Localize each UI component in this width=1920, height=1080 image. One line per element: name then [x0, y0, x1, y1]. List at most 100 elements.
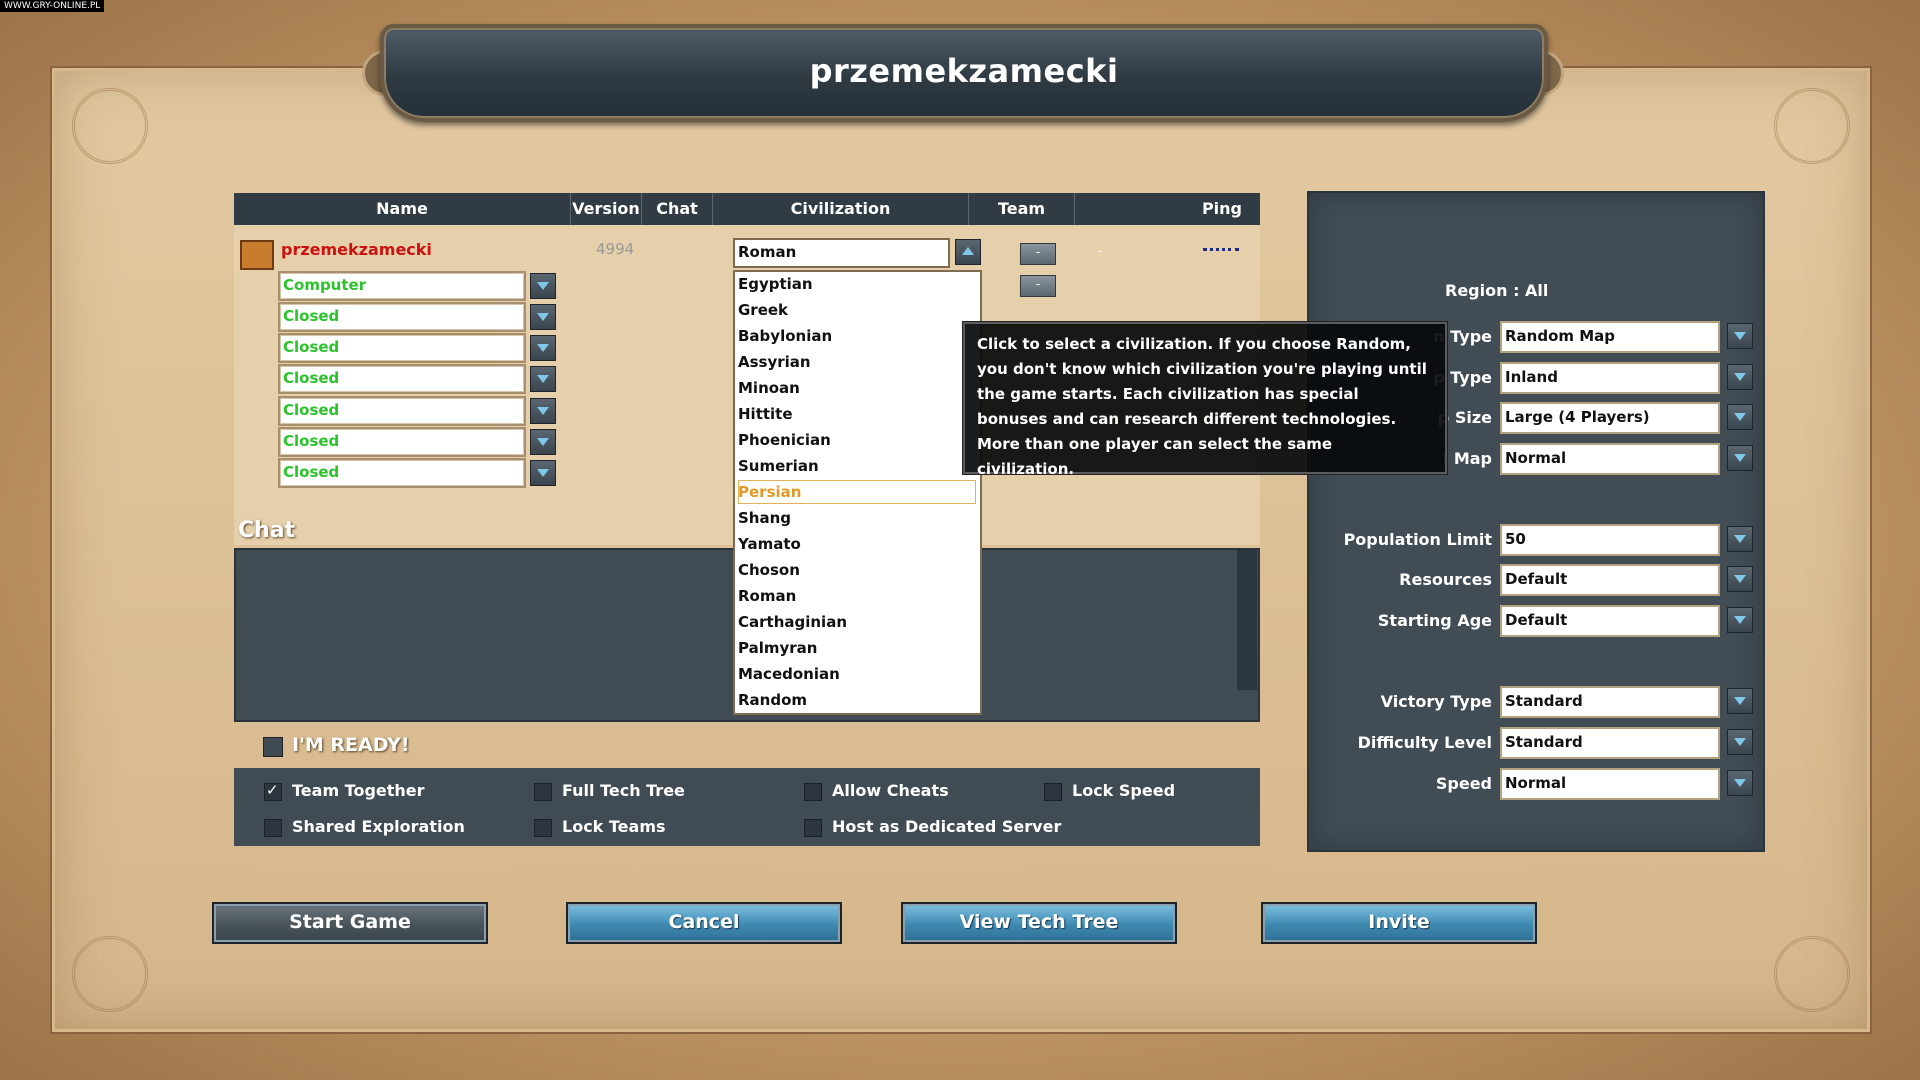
speed-select[interactable]: Normal — [1500, 768, 1720, 800]
corner-ornament-icon — [1774, 88, 1850, 164]
civilization-tooltip: Click to select a civilization. If you c… — [963, 322, 1447, 478]
team-together-checkbox[interactable] — [264, 781, 282, 801]
shared-exploration-label: Shared Exploration — [292, 817, 465, 836]
dedicated-server-checkbox[interactable] — [804, 819, 822, 837]
civ-option[interactable]: Choson — [738, 558, 976, 582]
difficulty-level-dropdown-icon[interactable] — [1727, 729, 1753, 755]
civilization-select[interactable]: Roman — [733, 238, 950, 268]
map-type-select[interactable]: Random Map — [1500, 321, 1720, 353]
computer-team-button[interactable]: - — [1020, 275, 1056, 297]
population-limit-dropdown-icon[interactable] — [1727, 526, 1753, 552]
difficulty-level-select[interactable]: Standard — [1500, 727, 1720, 759]
victory-type-select[interactable]: Standard — [1500, 686, 1720, 718]
speed-dropdown-icon[interactable] — [1727, 770, 1753, 796]
civ-option[interactable]: Palmyran — [738, 636, 976, 660]
view-tech-tree-button[interactable]: View Tech Tree — [901, 902, 1177, 944]
civ-option[interactable]: Macedonian — [738, 662, 976, 686]
map-size-dropdown-icon[interactable] — [1727, 404, 1753, 430]
resources-select[interactable]: Default — [1500, 564, 1720, 596]
civ-option[interactable]: Carthaginian — [738, 610, 976, 634]
civ-option[interactable]: Minoan — [738, 376, 976, 400]
watermark-text: WWW.GRY-ONLINE.PL — [0, 0, 105, 12]
reveal-map-dropdown-icon[interactable] — [1727, 445, 1753, 471]
start-game-button[interactable]: Start Game — [212, 902, 488, 944]
player-slot-3[interactable]: Closed — [278, 302, 526, 332]
setting-label: Victory Type — [1380, 692, 1492, 711]
corner-ornament-icon — [1774, 936, 1850, 1012]
resources-dropdown-icon[interactable] — [1727, 566, 1753, 592]
column-header-ping: Ping — [1201, 199, 1242, 218]
civ-option[interactable]: Egyptian — [738, 272, 976, 296]
lock-teams-checkbox[interactable] — [534, 819, 552, 837]
chat-label: Chat — [238, 518, 296, 543]
civilization-dropdown-list: Egyptian Greek Babylonian Assyrian Minoa… — [733, 270, 982, 715]
civ-option[interactable]: Greek — [738, 298, 976, 322]
setting-label: Difficulty Level — [1357, 733, 1492, 752]
ready-label: I'M READY! — [292, 734, 410, 756]
population-limit-select[interactable]: 50 — [1500, 524, 1720, 556]
corner-ornament-icon — [72, 936, 148, 1012]
slot-7-dropdown-icon[interactable] — [530, 429, 556, 455]
reveal-map-select[interactable]: Normal — [1500, 443, 1720, 475]
starting-age-select[interactable]: Default — [1500, 605, 1720, 637]
full-tech-tree-checkbox[interactable] — [534, 783, 552, 801]
cancel-button[interactable]: Cancel — [566, 902, 842, 944]
host-team-button[interactable]: - — [1020, 243, 1056, 265]
corner-ornament-icon — [72, 88, 148, 164]
civ-option[interactable]: Yamato — [738, 532, 976, 556]
setting-label: Resources — [1399, 570, 1492, 589]
civ-option[interactable]: Phoenician — [738, 428, 976, 452]
page-title: przemekzamecki — [809, 52, 1119, 90]
civ-option[interactable]: Assyrian — [738, 350, 976, 374]
map-style-dropdown-icon[interactable] — [1727, 364, 1753, 390]
map-type-dropdown-icon[interactable] — [1727, 323, 1753, 349]
civilization-collapse-icon[interactable] — [955, 239, 981, 265]
player-slot-6[interactable]: Closed — [278, 396, 526, 426]
civ-option[interactable]: Sumerian — [738, 454, 976, 478]
invite-button[interactable]: Invite — [1261, 902, 1537, 944]
slot-2-dropdown-icon[interactable] — [530, 273, 556, 299]
host-player-name[interactable]: przemekzamecki — [281, 240, 432, 259]
starting-age-dropdown-icon[interactable] — [1727, 607, 1753, 633]
lock-teams-label: Lock Teams — [562, 817, 666, 836]
allow-cheats-label: Allow Cheats — [832, 781, 949, 800]
slot-8-dropdown-icon[interactable] — [530, 460, 556, 486]
host-team-value: - — [1098, 244, 1103, 258]
player-slot-8[interactable]: Closed — [278, 458, 526, 488]
victory-type-dropdown-icon[interactable] — [1727, 688, 1753, 714]
chat-scrollbar[interactable] — [1237, 550, 1257, 690]
shared-exploration-checkbox[interactable] — [264, 819, 282, 837]
slot-3-dropdown-icon[interactable] — [530, 304, 556, 330]
full-tech-tree-label: Full Tech Tree — [562, 781, 685, 800]
player-slot-5[interactable]: Closed — [278, 364, 526, 394]
column-header-team: Team — [969, 193, 1075, 225]
civ-option[interactable]: Shang — [738, 506, 976, 530]
ready-checkbox[interactable] — [263, 737, 283, 757]
civ-option[interactable]: Babylonian — [738, 324, 976, 348]
setting-label: Starting Age — [1377, 611, 1492, 630]
allow-cheats-checkbox[interactable] — [804, 783, 822, 801]
host-ping-indicator — [1203, 248, 1239, 251]
civ-option[interactable]: Random — [738, 688, 976, 712]
title-banner: przemekzamecki — [380, 24, 1548, 122]
slot-6-dropdown-icon[interactable] — [530, 398, 556, 424]
civ-option[interactable]: Hittite — [738, 402, 976, 426]
host-version: 4994 — [596, 240, 635, 258]
player-slot-2[interactable]: Computer — [278, 271, 526, 301]
civ-option-highlighted[interactable]: Persian — [738, 480, 976, 504]
map-style-select[interactable]: Inland — [1500, 362, 1720, 394]
setting-label: Population Limit — [1343, 530, 1492, 549]
slot-4-dropdown-icon[interactable] — [530, 335, 556, 361]
column-header-name: Name — [234, 193, 571, 225]
lock-speed-checkbox[interactable] — [1044, 783, 1062, 801]
slot-5-dropdown-icon[interactable] — [530, 366, 556, 392]
column-header-chat: Chat — [642, 193, 713, 225]
map-size-select[interactable]: Large (4 Players) — [1500, 402, 1720, 434]
setting-label: Speed — [1435, 774, 1492, 793]
civ-option[interactable]: Roman — [738, 584, 976, 608]
player-slot-7[interactable]: Closed — [278, 427, 526, 457]
lock-speed-label: Lock Speed — [1072, 781, 1176, 800]
player-civ-icon — [240, 240, 274, 270]
team-together-label: Team Together — [292, 781, 425, 800]
player-slot-4[interactable]: Closed — [278, 333, 526, 363]
